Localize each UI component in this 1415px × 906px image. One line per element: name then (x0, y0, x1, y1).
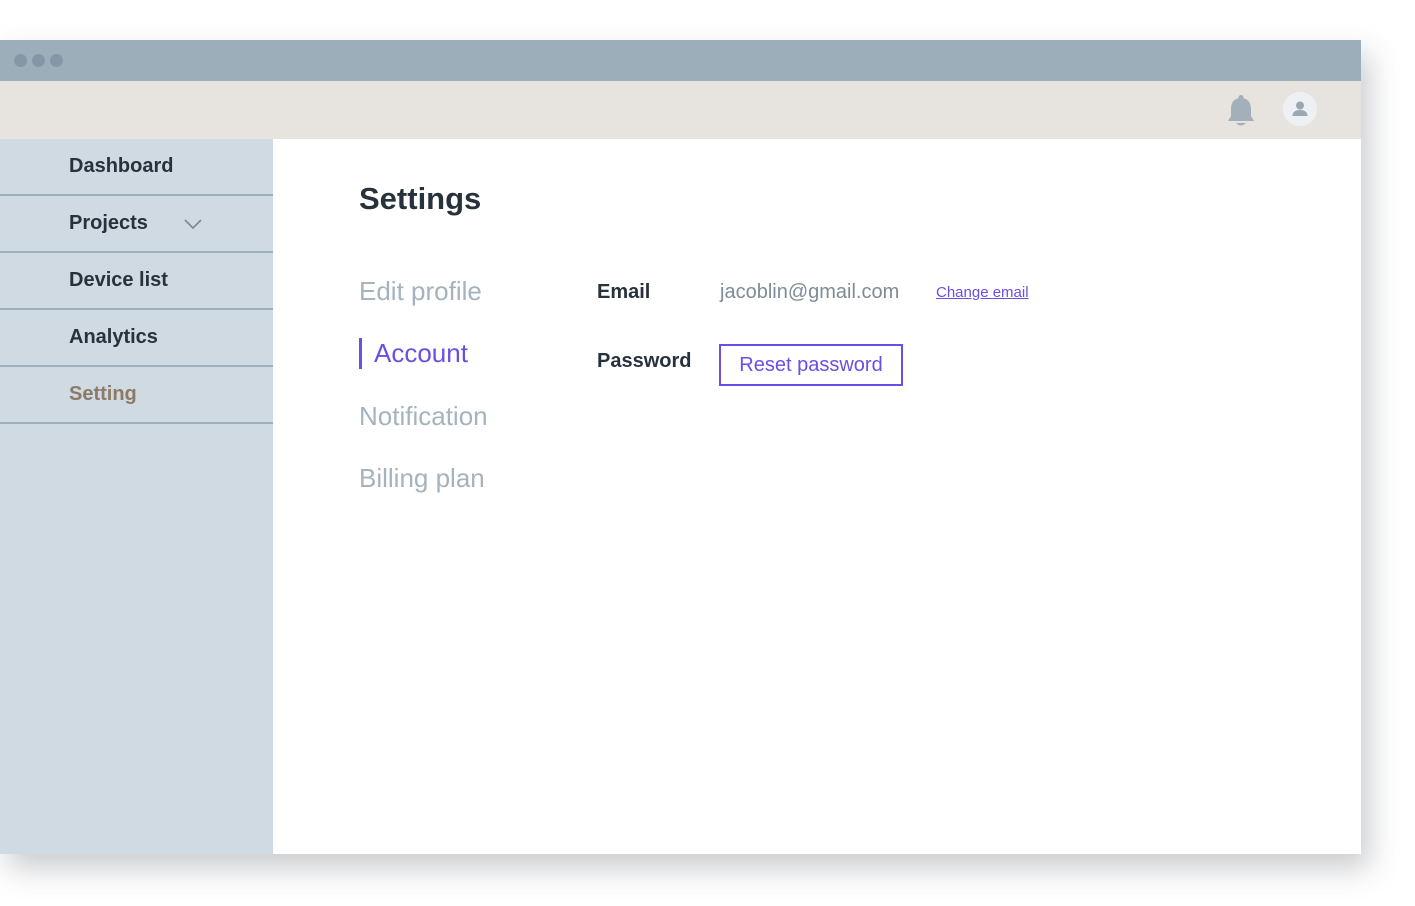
page-title: Settings (359, 181, 482, 216)
email-value: jacoblin@gmail.com (720, 281, 900, 303)
tab-notification[interactable]: Notification (359, 401, 488, 432)
sidebar-item-label: Setting (69, 383, 137, 405)
bell-icon[interactable] (1226, 94, 1256, 128)
window-minimize-dot[interactable] (32, 54, 45, 67)
sidebar: Dashboard Projects Device list Analytics… (0, 139, 273, 854)
tab-edit-profile[interactable]: Edit profile (359, 276, 482, 307)
sidebar-item-label: Projects (69, 212, 148, 234)
app-window: Dashboard Projects Device list Analytics… (0, 40, 1361, 854)
user-avatar[interactable] (1283, 92, 1317, 126)
chevron-down-icon[interactable] (184, 218, 202, 230)
user-avatar-icon (1292, 101, 1308, 116)
sidebar-item-projects[interactable]: Projects (0, 196, 273, 253)
tab-billing-plan[interactable]: Billing plan (359, 463, 485, 494)
sidebar-item-label: Dashboard (69, 155, 174, 177)
sidebar-item-label: Analytics (69, 326, 158, 348)
sidebar-item-setting[interactable]: Setting (0, 367, 273, 424)
sidebar-item-analytics[interactable]: Analytics (0, 310, 273, 367)
sidebar-item-device-list[interactable]: Device list (0, 253, 273, 310)
active-tab-indicator (359, 338, 362, 369)
email-label: Email (597, 281, 651, 303)
top-bar (0, 81, 1361, 139)
reset-password-button[interactable]: Reset password (719, 344, 903, 386)
title-bar (0, 40, 1361, 81)
sidebar-item-label: Device list (69, 269, 168, 291)
window-close-dot[interactable] (14, 54, 27, 67)
main-content: Settings Edit profile Account Notificati… (273, 139, 1361, 854)
change-email-link[interactable]: Change email (936, 284, 1029, 301)
sidebar-item-dashboard[interactable]: Dashboard (0, 139, 273, 196)
password-label: Password (597, 350, 692, 372)
window-maximize-dot[interactable] (50, 54, 63, 67)
tab-account[interactable]: Account (374, 338, 468, 369)
